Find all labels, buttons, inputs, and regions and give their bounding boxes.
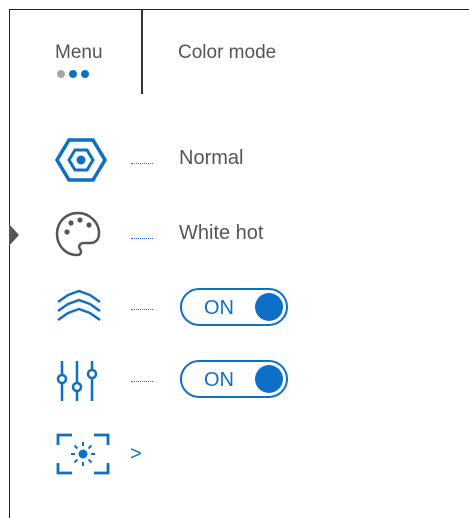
header-divider [141, 10, 143, 94]
palette-value: White hot [179, 222, 264, 244]
color-mode-value: Normal [179, 147, 244, 169]
smoothing-toggle[interactable]: ON [180, 288, 288, 326]
page-title: Color mode [178, 42, 277, 63]
menu-label: Menu [55, 42, 103, 63]
sliders-icon [56, 361, 98, 401]
adjust-toggle[interactable]: ON [180, 360, 288, 398]
brightness-frame-icon [56, 433, 110, 475]
palette-icon [55, 211, 101, 257]
selected-row-marker [9, 224, 19, 246]
waves-icon [57, 289, 101, 322]
dotted-leader [131, 238, 153, 239]
page-dot [69, 70, 77, 78]
page-dot [81, 70, 89, 78]
toggle-state-label: ON [204, 297, 234, 319]
dotted-leader [131, 163, 153, 164]
toggle-knob [255, 365, 283, 393]
page-dot [57, 70, 65, 78]
dotted-leader [131, 381, 153, 382]
chevron-right-icon: > [130, 443, 142, 465]
dotted-leader [131, 309, 153, 310]
toggle-knob [255, 293, 283, 321]
color-mode-hexagon-icon [55, 138, 107, 182]
page-indicator [57, 70, 89, 78]
toggle-state-label: ON [204, 369, 234, 391]
